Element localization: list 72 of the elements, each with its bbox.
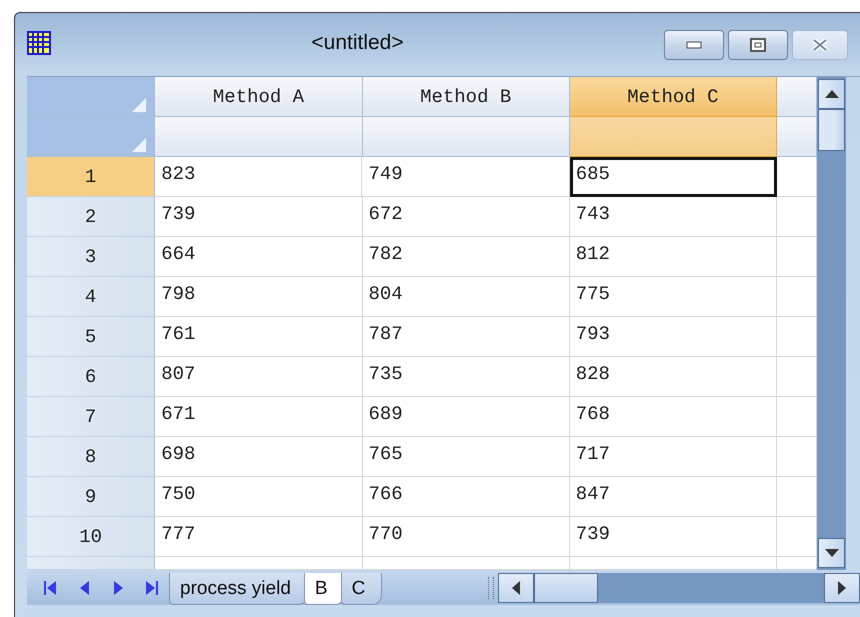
row-header[interactable]: 8 bbox=[27, 437, 156, 477]
table-cell[interactable]: 739 bbox=[570, 517, 777, 557]
left-arrow-icon bbox=[512, 580, 520, 594]
table-cell[interactable]: 765 bbox=[362, 437, 570, 477]
column-header[interactable]: Method B bbox=[362, 77, 570, 117]
table-cell[interactable]: 828 bbox=[570, 357, 777, 397]
table-cell[interactable]: 698 bbox=[155, 437, 362, 477]
first-icon bbox=[44, 580, 56, 594]
select-all-corner[interactable] bbox=[27, 77, 156, 117]
close-icon bbox=[811, 38, 829, 52]
table-cell[interactable]: 807 bbox=[155, 357, 362, 397]
row-header[interactable]: 4 bbox=[27, 277, 156, 317]
row-header[interactable]: 3 bbox=[27, 237, 156, 277]
right-arrow-icon bbox=[114, 580, 122, 594]
scroll-right-button[interactable] bbox=[824, 572, 860, 602]
grid-icon bbox=[27, 30, 51, 54]
row-header[interactable]: 7 bbox=[27, 397, 156, 437]
minimize-icon bbox=[686, 40, 702, 48]
table-cell[interactable]: 770 bbox=[362, 517, 570, 557]
table-cell[interactable]: 793 bbox=[570, 317, 777, 357]
table-cell[interactable]: 782 bbox=[362, 237, 570, 277]
table-cell[interactable]: 798 bbox=[155, 277, 362, 317]
up-arrow-icon bbox=[824, 90, 838, 98]
table-cell[interactable]: 689 bbox=[362, 397, 570, 437]
right-arrow-icon bbox=[838, 580, 846, 594]
table-cell[interactable]: 787 bbox=[362, 317, 570, 357]
table-cell[interactable]: 761 bbox=[155, 317, 362, 357]
restore-icon bbox=[750, 38, 766, 52]
table-cell[interactable]: 775 bbox=[570, 277, 777, 317]
table-cell[interactable]: 739 bbox=[155, 197, 362, 237]
row-header[interactable]: 1 bbox=[27, 157, 156, 197]
table-cell[interactable]: 735 bbox=[362, 357, 570, 397]
horizontal-scrollbar[interactable] bbox=[498, 572, 860, 602]
maximize-button[interactable] bbox=[728, 30, 788, 60]
row-header[interactable]: 2 bbox=[27, 197, 156, 237]
row-header[interactable]: 10 bbox=[27, 517, 156, 557]
row-header[interactable]: 9 bbox=[27, 477, 156, 517]
table-cell[interactable]: 768 bbox=[570, 397, 777, 437]
close-button[interactable] bbox=[792, 30, 848, 60]
column-header[interactable]: Method A bbox=[155, 77, 363, 117]
table-cell[interactable]: 750 bbox=[155, 477, 362, 517]
table-cell[interactable]: 685 bbox=[570, 157, 777, 197]
table-cell[interactable]: 717 bbox=[570, 437, 777, 477]
table-cell[interactable]: 671 bbox=[155, 397, 362, 437]
column-header[interactable]: Method C bbox=[570, 77, 777, 117]
row-header[interactable]: 6 bbox=[27, 357, 156, 397]
minimize-button[interactable] bbox=[664, 30, 724, 60]
vertical-scrollbar[interactable] bbox=[817, 77, 846, 570]
table-cell[interactable]: 749 bbox=[362, 157, 570, 197]
corner-triangle-icon bbox=[132, 98, 146, 112]
scroll-thumb[interactable] bbox=[534, 572, 598, 602]
table-cell[interactable]: 664 bbox=[155, 237, 362, 277]
down-arrow-icon bbox=[824, 549, 838, 557]
table-cell[interactable]: 823 bbox=[155, 157, 362, 197]
table-cell[interactable]: 777 bbox=[155, 517, 362, 557]
table-cell[interactable]: 847 bbox=[570, 477, 777, 517]
table-cell[interactable]: 672 bbox=[362, 197, 570, 237]
table-cell[interactable]: 743 bbox=[570, 197, 777, 237]
sheet-tab[interactable]: C bbox=[340, 573, 382, 605]
split-handle[interactable] bbox=[488, 576, 494, 598]
scroll-up-button[interactable] bbox=[818, 79, 845, 109]
scroll-down-button[interactable] bbox=[818, 538, 845, 568]
table-cell[interactable]: 804 bbox=[362, 277, 570, 317]
row-header[interactable]: 5 bbox=[27, 317, 156, 357]
window-title: <untitled> bbox=[310, 30, 405, 54]
table-cell[interactable]: 812 bbox=[570, 237, 777, 277]
scroll-thumb[interactable] bbox=[818, 109, 845, 151]
left-arrow-icon bbox=[80, 580, 88, 594]
table-cell[interactable]: 766 bbox=[362, 477, 570, 517]
corner-triangle-icon bbox=[132, 138, 146, 152]
last-icon bbox=[146, 580, 158, 594]
scroll-left-button[interactable] bbox=[498, 572, 534, 602]
